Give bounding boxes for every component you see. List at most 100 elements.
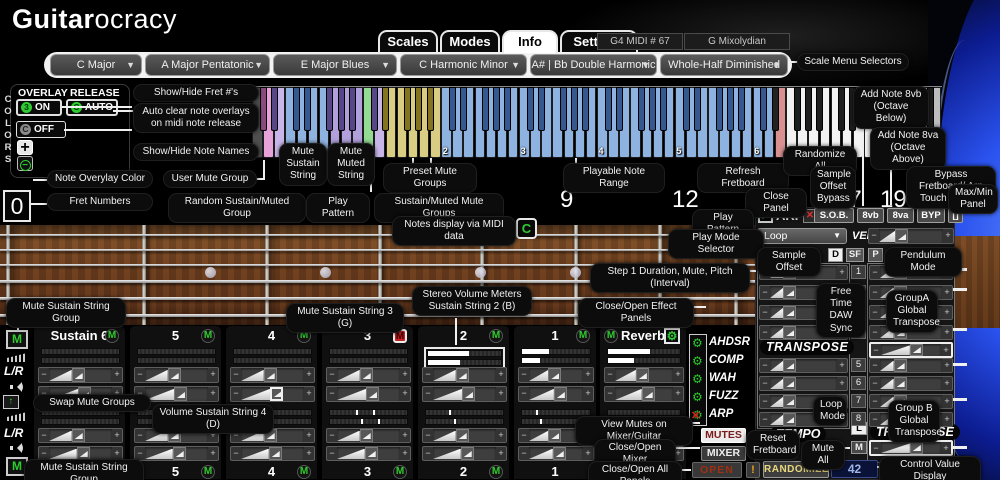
black-key[interactable] (326, 87, 334, 131)
slider-handle[interactable] (71, 429, 85, 442)
slider-minus[interactable]: − (605, 368, 615, 382)
slider-minus[interactable]: − (871, 344, 881, 356)
strip-mute-button[interactable]: M (489, 329, 503, 343)
pan-slider-muted[interactable]: −+ (422, 428, 507, 443)
slider-minus[interactable]: − (327, 387, 337, 401)
slider-track[interactable] (433, 447, 496, 460)
volume-slider-muted[interactable]: −+ (326, 446, 411, 461)
slider-minus[interactable]: − (39, 429, 49, 442)
slider-plus[interactable]: + (112, 368, 122, 382)
black-key[interactable] (682, 87, 690, 131)
offset-button-sf[interactable]: SF (846, 248, 864, 262)
slider-track[interactable] (881, 442, 941, 454)
volume-slider[interactable]: − + (326, 386, 411, 402)
slider-minus[interactable]: − (869, 229, 879, 243)
pan-slider-muted[interactable]: −+ (326, 428, 411, 443)
slider-plus[interactable]: + (400, 429, 410, 442)
slider-handle[interactable] (172, 447, 186, 460)
slider-handle[interactable] (783, 413, 797, 426)
volume-slider[interactable]: − + (604, 386, 684, 402)
effect-gear-button[interactable]: ⚙ (664, 328, 680, 344)
slider-track[interactable] (880, 377, 942, 390)
slider-plus[interactable]: + (837, 359, 847, 372)
slider-plus[interactable]: + (583, 387, 593, 401)
slider-track[interactable] (337, 429, 400, 442)
slider-minus[interactable]: − (519, 387, 529, 401)
strip-mute-button[interactable]: M (105, 329, 119, 343)
slider-minus[interactable]: − (760, 306, 770, 319)
strip-mute-button[interactable]: M (576, 329, 590, 343)
slider-minus[interactable]: − (423, 447, 433, 460)
slider-plus[interactable]: + (583, 447, 593, 460)
slider-minus[interactable]: − (870, 266, 880, 279)
slider-plus[interactable]: + (496, 429, 506, 442)
volume-slider-muted[interactable]: −+ (518, 446, 594, 461)
slider-handle[interactable] (783, 326, 797, 339)
strip-mute-button[interactable]: M (201, 329, 215, 343)
slider-minus[interactable]: − (519, 368, 529, 382)
volume-slider[interactable]: − + (518, 386, 594, 402)
slider-track[interactable] (241, 368, 304, 382)
slider-minus[interactable]: − (870, 377, 880, 390)
black-key[interactable] (760, 87, 768, 131)
arp-header-button-8vb[interactable]: 8vb (857, 208, 884, 223)
slider-plus[interactable]: + (943, 229, 953, 243)
pan-slider[interactable]: − + (422, 367, 507, 383)
slider-track[interactable] (433, 429, 496, 442)
effect-gear-icon[interactable]: ⚙ (692, 354, 703, 368)
offset-button-d[interactable]: D (828, 248, 843, 262)
slider-plus[interactable]: + (673, 368, 683, 382)
slider-track[interactable] (881, 344, 941, 356)
slider-minus[interactable]: − (423, 429, 433, 442)
slider-minus[interactable]: − (135, 429, 145, 442)
slider-track[interactable] (433, 368, 496, 382)
slider-plus[interactable]: + (304, 368, 314, 382)
slider-track[interactable] (770, 377, 837, 390)
black-key[interactable] (270, 87, 278, 131)
slider-track[interactable] (337, 447, 400, 460)
slider-plus[interactable]: + (304, 429, 314, 442)
slider-plus[interactable]: + (208, 447, 218, 460)
volume-slider-muted[interactable]: −+ (134, 446, 219, 461)
black-key[interactable] (727, 87, 735, 131)
step-duration-slider[interactable]: −+ (759, 358, 848, 373)
slider-plus[interactable]: + (942, 413, 952, 426)
volume-slider-muted[interactable]: −+ (230, 446, 315, 461)
slider-track[interactable] (615, 368, 673, 382)
slider-minus[interactable]: − (870, 306, 880, 319)
slider-minus[interactable]: − (231, 368, 241, 382)
black-key[interactable] (660, 87, 668, 131)
slider-plus[interactable]: + (400, 447, 410, 460)
scale-selector-2[interactable]: A Major Pentatonic ▼ (145, 54, 270, 76)
slider-handle[interactable] (263, 368, 277, 382)
velocity-slider[interactable]: − + (868, 228, 954, 244)
slider-minus[interactable]: − (760, 286, 770, 299)
slider-handle[interactable] (365, 387, 379, 401)
slider-handle[interactable] (909, 442, 923, 454)
effect-gear-icon[interactable]: ⚙ (692, 372, 703, 386)
scale-selector-6[interactable]: Whole-Half Diminished ▼ (660, 54, 788, 76)
tab-modes[interactable]: Modes (440, 30, 500, 53)
slider-track[interactable] (615, 387, 673, 401)
black-key[interactable] (649, 87, 657, 131)
slider-plus[interactable]: + (112, 429, 122, 442)
black-key[interactable] (793, 87, 801, 131)
slider-plus[interactable]: + (208, 387, 218, 401)
black-key[interactable] (415, 87, 423, 131)
black-key[interactable] (615, 87, 623, 131)
slider-track[interactable] (529, 447, 583, 460)
scale-selector-3[interactable]: E Major Blues ▼ (273, 54, 397, 76)
strip-mute-button-muted[interactable]: M (201, 465, 215, 479)
black-key[interactable] (537, 87, 545, 131)
slider-minus[interactable]: − (760, 326, 770, 339)
slider-track[interactable] (49, 368, 112, 382)
slider-plus[interactable]: + (942, 286, 952, 299)
volume-slider[interactable]: − + (230, 386, 315, 402)
slider-plus[interactable]: + (941, 344, 951, 356)
slider-plus[interactable]: + (304, 447, 314, 460)
black-key[interactable] (348, 87, 356, 131)
effect-gear-icon[interactable]: ⚙ (692, 336, 703, 350)
mixer-button[interactable]: MIXER (701, 446, 746, 461)
open-button[interactable]: OPEN (692, 462, 742, 478)
slider-plus[interactable]: + (942, 377, 952, 390)
